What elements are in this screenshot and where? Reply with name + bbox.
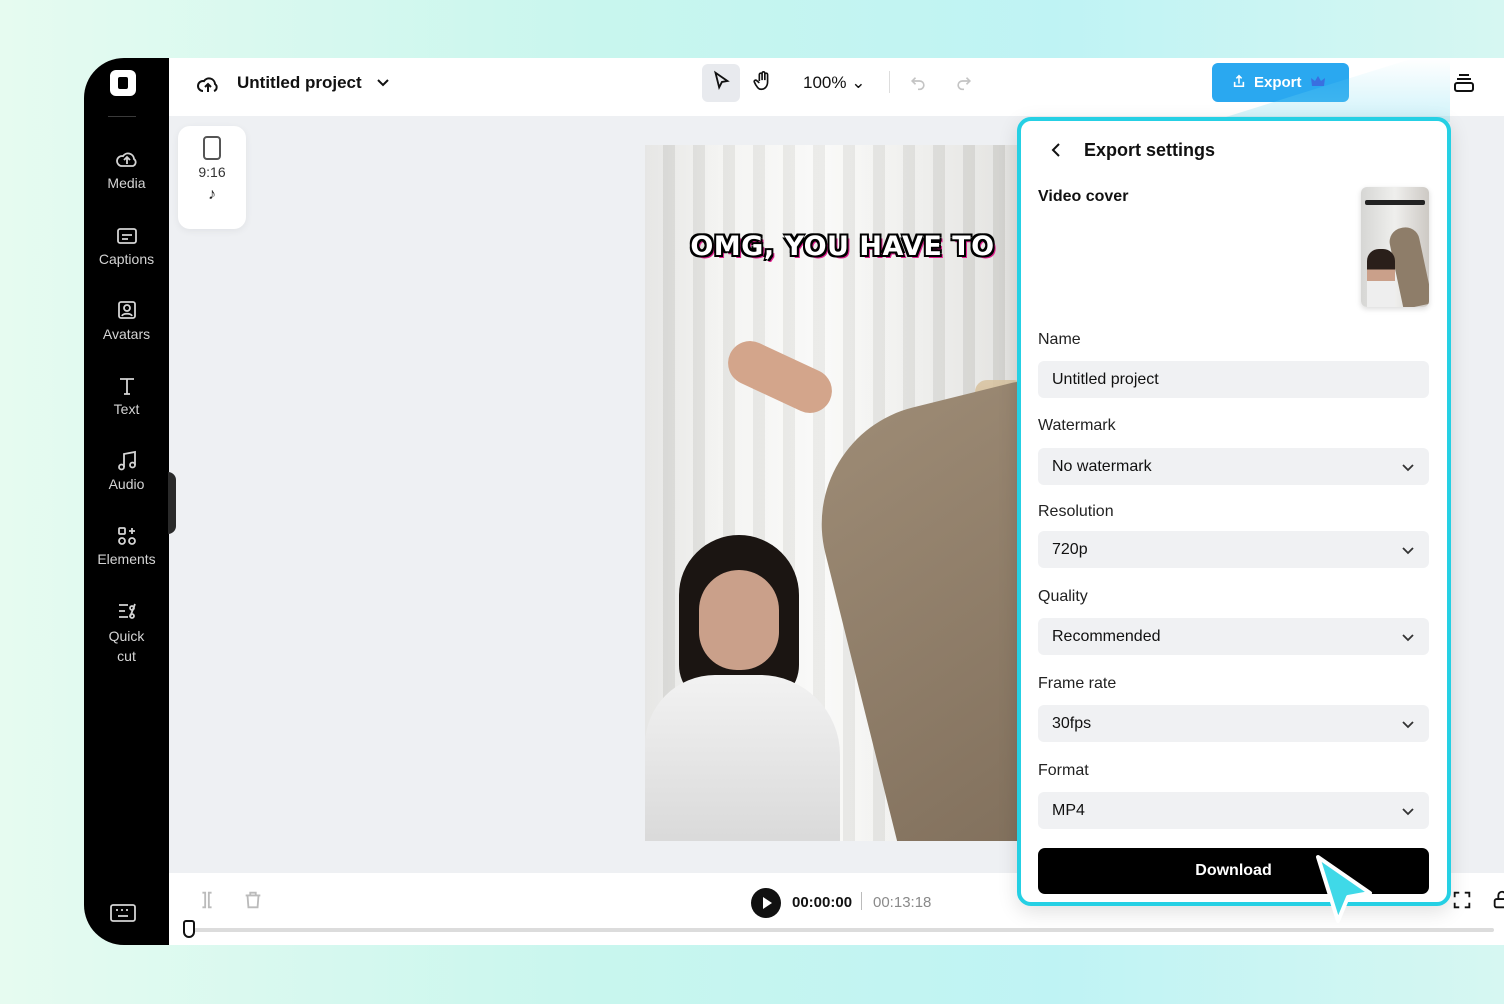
sidebar-divider	[108, 116, 136, 117]
format-select[interactable]: MP4	[1038, 792, 1429, 829]
sidebar-item-label: Captions	[98, 251, 155, 267]
video-preview[interactable]: OMG, YOU HAVE TO	[645, 145, 1040, 841]
quality-value: Recommended	[1052, 627, 1161, 645]
elements-icon	[115, 524, 139, 548]
avatar-person-image	[645, 535, 840, 841]
sidebar-item-avatars[interactable]: Avatars	[84, 299, 169, 342]
undo-icon	[908, 71, 928, 96]
aspect-ratio-card[interactable]: 9:16 ♪	[178, 126, 246, 229]
split-icon[interactable]	[196, 889, 220, 913]
upload-icon	[1232, 74, 1246, 92]
layers-icon[interactable]	[1451, 70, 1477, 96]
undo-button[interactable]	[899, 64, 937, 102]
cloud-upload-icon	[115, 148, 139, 172]
zoom-level[interactable]: 100% ⌄	[803, 73, 865, 93]
sidebar-item-label: Avatars	[102, 326, 151, 342]
aspect-ratio-label: 9:16	[198, 164, 226, 180]
hand-tool-button[interactable]	[744, 64, 782, 102]
body-shape	[645, 675, 840, 841]
cloud-sync-icon[interactable]	[195, 71, 221, 97]
quality-label: Quality	[1038, 588, 1088, 605]
resolution-select[interactable]: 720p	[1038, 531, 1429, 568]
playhead-handle[interactable]	[183, 920, 195, 938]
chevron-down-icon[interactable]	[375, 74, 391, 90]
fullscreen-icon[interactable]	[1451, 889, 1475, 913]
toolbar-divider	[889, 71, 890, 93]
chevron-down-icon	[1402, 633, 1414, 641]
total-time: 00:13:18	[873, 894, 932, 911]
name-value: Untitled project	[1052, 370, 1159, 388]
sidebar-item-media[interactable]: Media	[84, 148, 169, 191]
format-label: Format	[1038, 762, 1089, 779]
quality-select[interactable]: Recommended	[1038, 618, 1429, 655]
video-caption[interactable]: OMG, YOU HAVE TO	[645, 231, 1040, 262]
logo-icon[interactable]	[110, 70, 136, 96]
sidebar-item-audio[interactable]: Audio	[84, 449, 169, 492]
chevron-down-icon	[1402, 807, 1414, 815]
text-icon	[115, 374, 139, 398]
name-input[interactable]: Untitled project	[1038, 361, 1429, 398]
watermark-label: Watermark	[1038, 417, 1116, 434]
redo-button[interactable]	[945, 64, 983, 102]
sidebar-item-label: Text	[113, 401, 140, 417]
export-settings-panel: Export settings Video cover Name Untitle…	[1017, 117, 1451, 906]
current-time: 00:00:00	[792, 894, 853, 911]
sidebar-collapse-handle[interactable]	[168, 472, 176, 534]
lock-icon[interactable]	[1491, 889, 1504, 913]
resolution-value: 720p	[1052, 540, 1088, 558]
hand-icon	[752, 70, 774, 97]
cursor-pointer-icon	[1316, 855, 1372, 923]
sidebar-item-text[interactable]: Text	[84, 374, 169, 417]
sidebar-item-captions[interactable]: Captions	[84, 224, 169, 267]
frame-rate-select[interactable]: 30fps	[1038, 705, 1429, 742]
video-cover-thumbnail[interactable]	[1361, 187, 1429, 307]
name-label: Name	[1038, 331, 1081, 348]
keyboard-icon[interactable]	[110, 903, 136, 923]
sidebar-item-label: Media	[107, 175, 146, 191]
thumbnail-person	[1367, 249, 1395, 307]
watermark-select[interactable]: No watermark	[1038, 448, 1429, 485]
frame-rate-value: 30fps	[1052, 714, 1092, 732]
sidebar-item-label: Elements	[97, 551, 156, 567]
watermark-value: No watermark	[1052, 457, 1152, 475]
chevron-down-icon	[1402, 463, 1414, 471]
video-cover-label: Video cover	[1038, 188, 1129, 205]
delete-icon[interactable]	[242, 889, 266, 913]
pointer-icon	[710, 70, 732, 97]
music-note-icon	[115, 449, 139, 473]
export-label: Export	[1254, 74, 1302, 91]
time-divider	[861, 892, 862, 910]
format-value: MP4	[1052, 801, 1085, 819]
play-button[interactable]	[751, 888, 781, 918]
chevron-down-icon	[1402, 720, 1414, 728]
sidebar-item-label: Audio	[108, 476, 145, 492]
sidebar-item-quick-cut[interactable]: Quick cut	[84, 599, 169, 666]
tiktok-icon: ♪	[208, 186, 216, 203]
sidebar-item-elements[interactable]: Elements	[84, 524, 169, 567]
project-title[interactable]: Untitled project	[237, 73, 362, 93]
face-shape	[699, 570, 779, 670]
avatar-icon	[115, 299, 139, 323]
captions-icon	[115, 224, 139, 248]
thumbnail-caption	[1365, 200, 1425, 205]
sidebar-item-label: Quick cut	[108, 628, 145, 664]
timeline-track[interactable]	[189, 928, 1494, 932]
resolution-label: Resolution	[1038, 503, 1114, 520]
redo-icon	[954, 71, 974, 96]
frame-rate-label: Frame rate	[1038, 675, 1117, 692]
select-tool-button[interactable]	[702, 64, 740, 102]
chevron-down-icon: ⌄	[851, 73, 866, 92]
chevron-down-icon	[1402, 546, 1414, 554]
sidebar: Media Captions Avatars Text Audio Elemen…	[84, 58, 169, 945]
panel-title: Export settings	[1084, 140, 1216, 160]
phone-icon	[203, 136, 221, 160]
back-arrow-icon[interactable]	[1047, 141, 1065, 159]
quick-cut-icon	[115, 599, 139, 623]
